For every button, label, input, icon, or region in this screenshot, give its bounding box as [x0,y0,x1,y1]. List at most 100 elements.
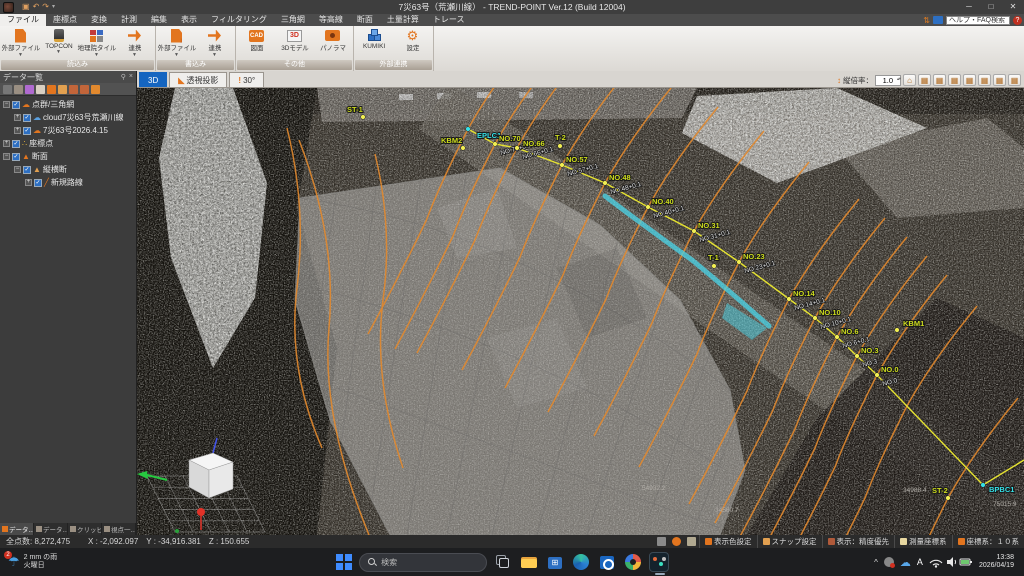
expand-icon[interactable]: + [14,127,21,134]
survey-point-marker[interactable] [646,205,651,210]
viewport-tab-3D[interactable]: 3D [139,72,167,87]
minimize-button[interactable]: ─ [958,0,980,14]
marker-icon[interactable] [672,537,681,546]
status-button-測量座標系[interactable]: 測量座標系 [894,535,952,548]
ribbon-button-外部ファイル[interactable]: 外部ファイル▼ [2,27,39,57]
expand-icon[interactable]: + [14,114,21,121]
panel-tab[interactable]: データ... [0,523,34,535]
file-explorer-icon[interactable] [519,552,539,572]
task-view-icon[interactable] [493,552,513,572]
trend-point-app-icon[interactable] [649,552,669,572]
undo-icon[interactable]: ↶ [33,2,40,12]
filter-icon[interactable] [3,85,12,94]
ribbon-button-地理院タイル[interactable]: 地理院タイル▼ [78,27,115,57]
survey-point-marker[interactable] [603,181,608,186]
arrow-up-icon[interactable] [47,85,56,94]
tray-status-icons[interactable] [929,556,973,568]
survey-point-marker[interactable] [515,146,520,151]
survey-point-marker[interactable] [466,127,471,132]
onedrive-icon[interactable]: ☁ [900,556,911,569]
maximize-button[interactable]: □ [980,0,1002,14]
start-button[interactable] [335,553,353,571]
menu-item[interactable]: 座標点 [46,14,84,26]
layers-icon[interactable] [91,85,100,94]
qat-dropdown-icon[interactable]: ▾ [52,2,55,12]
status-button-表示：精度優先[interactable]: 表示：精度優先 [822,535,895,548]
ime-indicator[interactable]: A [917,557,923,567]
pencil-icon[interactable] [36,85,45,94]
menu-item[interactable]: 変換 [84,14,114,26]
status-button-スナップ設定[interactable]: スナップ設定 [757,535,822,548]
viewport-tab-透視投影[interactable]: ◣透視投影 [169,72,227,87]
expand-icon[interactable]: + [25,179,32,186]
checkbox-checked[interactable]: ✓ [23,114,31,122]
panel-tab[interactable]: データ... [34,523,68,535]
tree-item-cloud7災63号荒瀬川線[interactable]: +✓☁cloud7災63号荒瀬川線 [0,111,136,124]
tree-item-7災63号2026.4.15[interactable]: +✓☁7災63号2026.4.15 [0,124,136,137]
menu-item[interactable]: フィルタリング [204,14,274,26]
walk-view-icon[interactable]: ▦ [993,74,1006,86]
survey-point-marker[interactable] [493,142,498,147]
diamond-icon[interactable] [25,85,34,94]
collapse-icon[interactable]: − [3,101,10,108]
survey-point-marker[interactable] [692,229,697,234]
collapse-icon[interactable]: − [14,166,21,173]
side-view-icon[interactable]: ▦ [978,74,991,86]
ribbon-button-連携[interactable]: 連携▼ [116,27,153,57]
menu-item[interactable]: 等高線 [312,14,350,26]
collapse-icon[interactable]: − [3,153,10,160]
weather-widget[interactable]: ☂2 2 mm の雨 火曜日 [0,554,130,570]
survey-point-marker[interactable] [946,496,951,501]
tree-item-新規路線[interactable]: +✓╱新規路線 [0,176,136,189]
pan-view-icon[interactable]: ▦ [933,74,946,86]
expand-icon[interactable]: + [3,140,10,147]
print-icon[interactable] [687,537,696,546]
panel-tab[interactable]: クリッピ... [68,523,102,535]
tree-item-縦横断[interactable]: −✓▲縦横断 [0,163,136,176]
menu-item[interactable]: 三角網 [274,14,312,26]
ribbon-button-パノラマ[interactable]: パノラマ [314,27,351,53]
photos-icon[interactable] [623,552,643,572]
tree-item-点群/三角網[interactable]: −✓☁点群/三角網 [0,98,136,111]
menu-item[interactable]: 編集 [144,14,174,26]
survey-point-marker[interactable] [813,316,818,321]
survey-point-marker[interactable] [981,483,986,488]
checkbox-checked[interactable]: ✓ [23,127,31,135]
menu-item[interactable]: トレース [426,14,472,26]
minus-box-icon[interactable] [80,85,89,94]
panel-tab[interactable]: 視点一... [102,523,136,535]
rotate-view-icon[interactable]: ▦ [918,74,931,86]
survey-point-marker[interactable] [737,260,742,265]
help-icon[interactable]: ? [1013,16,1022,25]
save-icon[interactable]: ▣ [22,2,30,12]
pin-icon[interactable]: ⚲ [121,73,126,81]
ribbon-button-連携[interactable]: 連携▼ [196,27,233,57]
front-view-icon[interactable]: ▦ [948,74,961,86]
viewport-tab-30°[interactable]: !30° [229,72,264,87]
ribbon-button-外部ファイル[interactable]: 外部ファイル▼ [158,27,195,57]
menu-item[interactable]: 計測 [114,14,144,26]
status-button-座標系：１０系[interactable]: 座標系：１０系 [952,535,1024,548]
edge-browser-icon[interactable] [571,552,591,572]
ribbon-button-KUMIKI[interactable]: KUMIKI [356,27,393,50]
survey-point-marker[interactable] [875,373,880,378]
app-icon[interactable] [3,2,14,13]
checkbox-checked[interactable]: ✓ [12,153,20,161]
menu-item[interactable]: 土量計算 [380,14,426,26]
cursor-mode-icon[interactable] [657,537,666,546]
info-icon[interactable] [933,16,943,24]
update-arrows-icon[interactable]: ⇅ [923,16,930,25]
home-view-icon[interactable]: ⌂ [903,74,916,86]
menu-item[interactable]: ファイル [0,14,46,26]
menu-item[interactable]: 断面 [350,14,380,26]
taskbar-search[interactable]: 検索 [359,553,487,572]
antivirus-tray-icon[interactable] [884,557,894,567]
outlook-icon[interactable] [597,552,617,572]
capture-view-icon[interactable]: ▦ [1008,74,1021,86]
tree-item-座標点[interactable]: +✓∴座標点 [0,137,136,150]
point-cloud-viewport[interactable]: ST-1KBM2EPLC1NO.70NO.70+0.1NO.66NO.66+0.… [137,88,1024,535]
survey-point-marker[interactable] [835,335,840,340]
checkbox-checked[interactable]: ✓ [34,179,42,187]
ribbon-button-TOPCON[interactable]: TOPCON▼ [40,27,77,54]
checkbox-checked[interactable]: ✓ [23,166,31,174]
